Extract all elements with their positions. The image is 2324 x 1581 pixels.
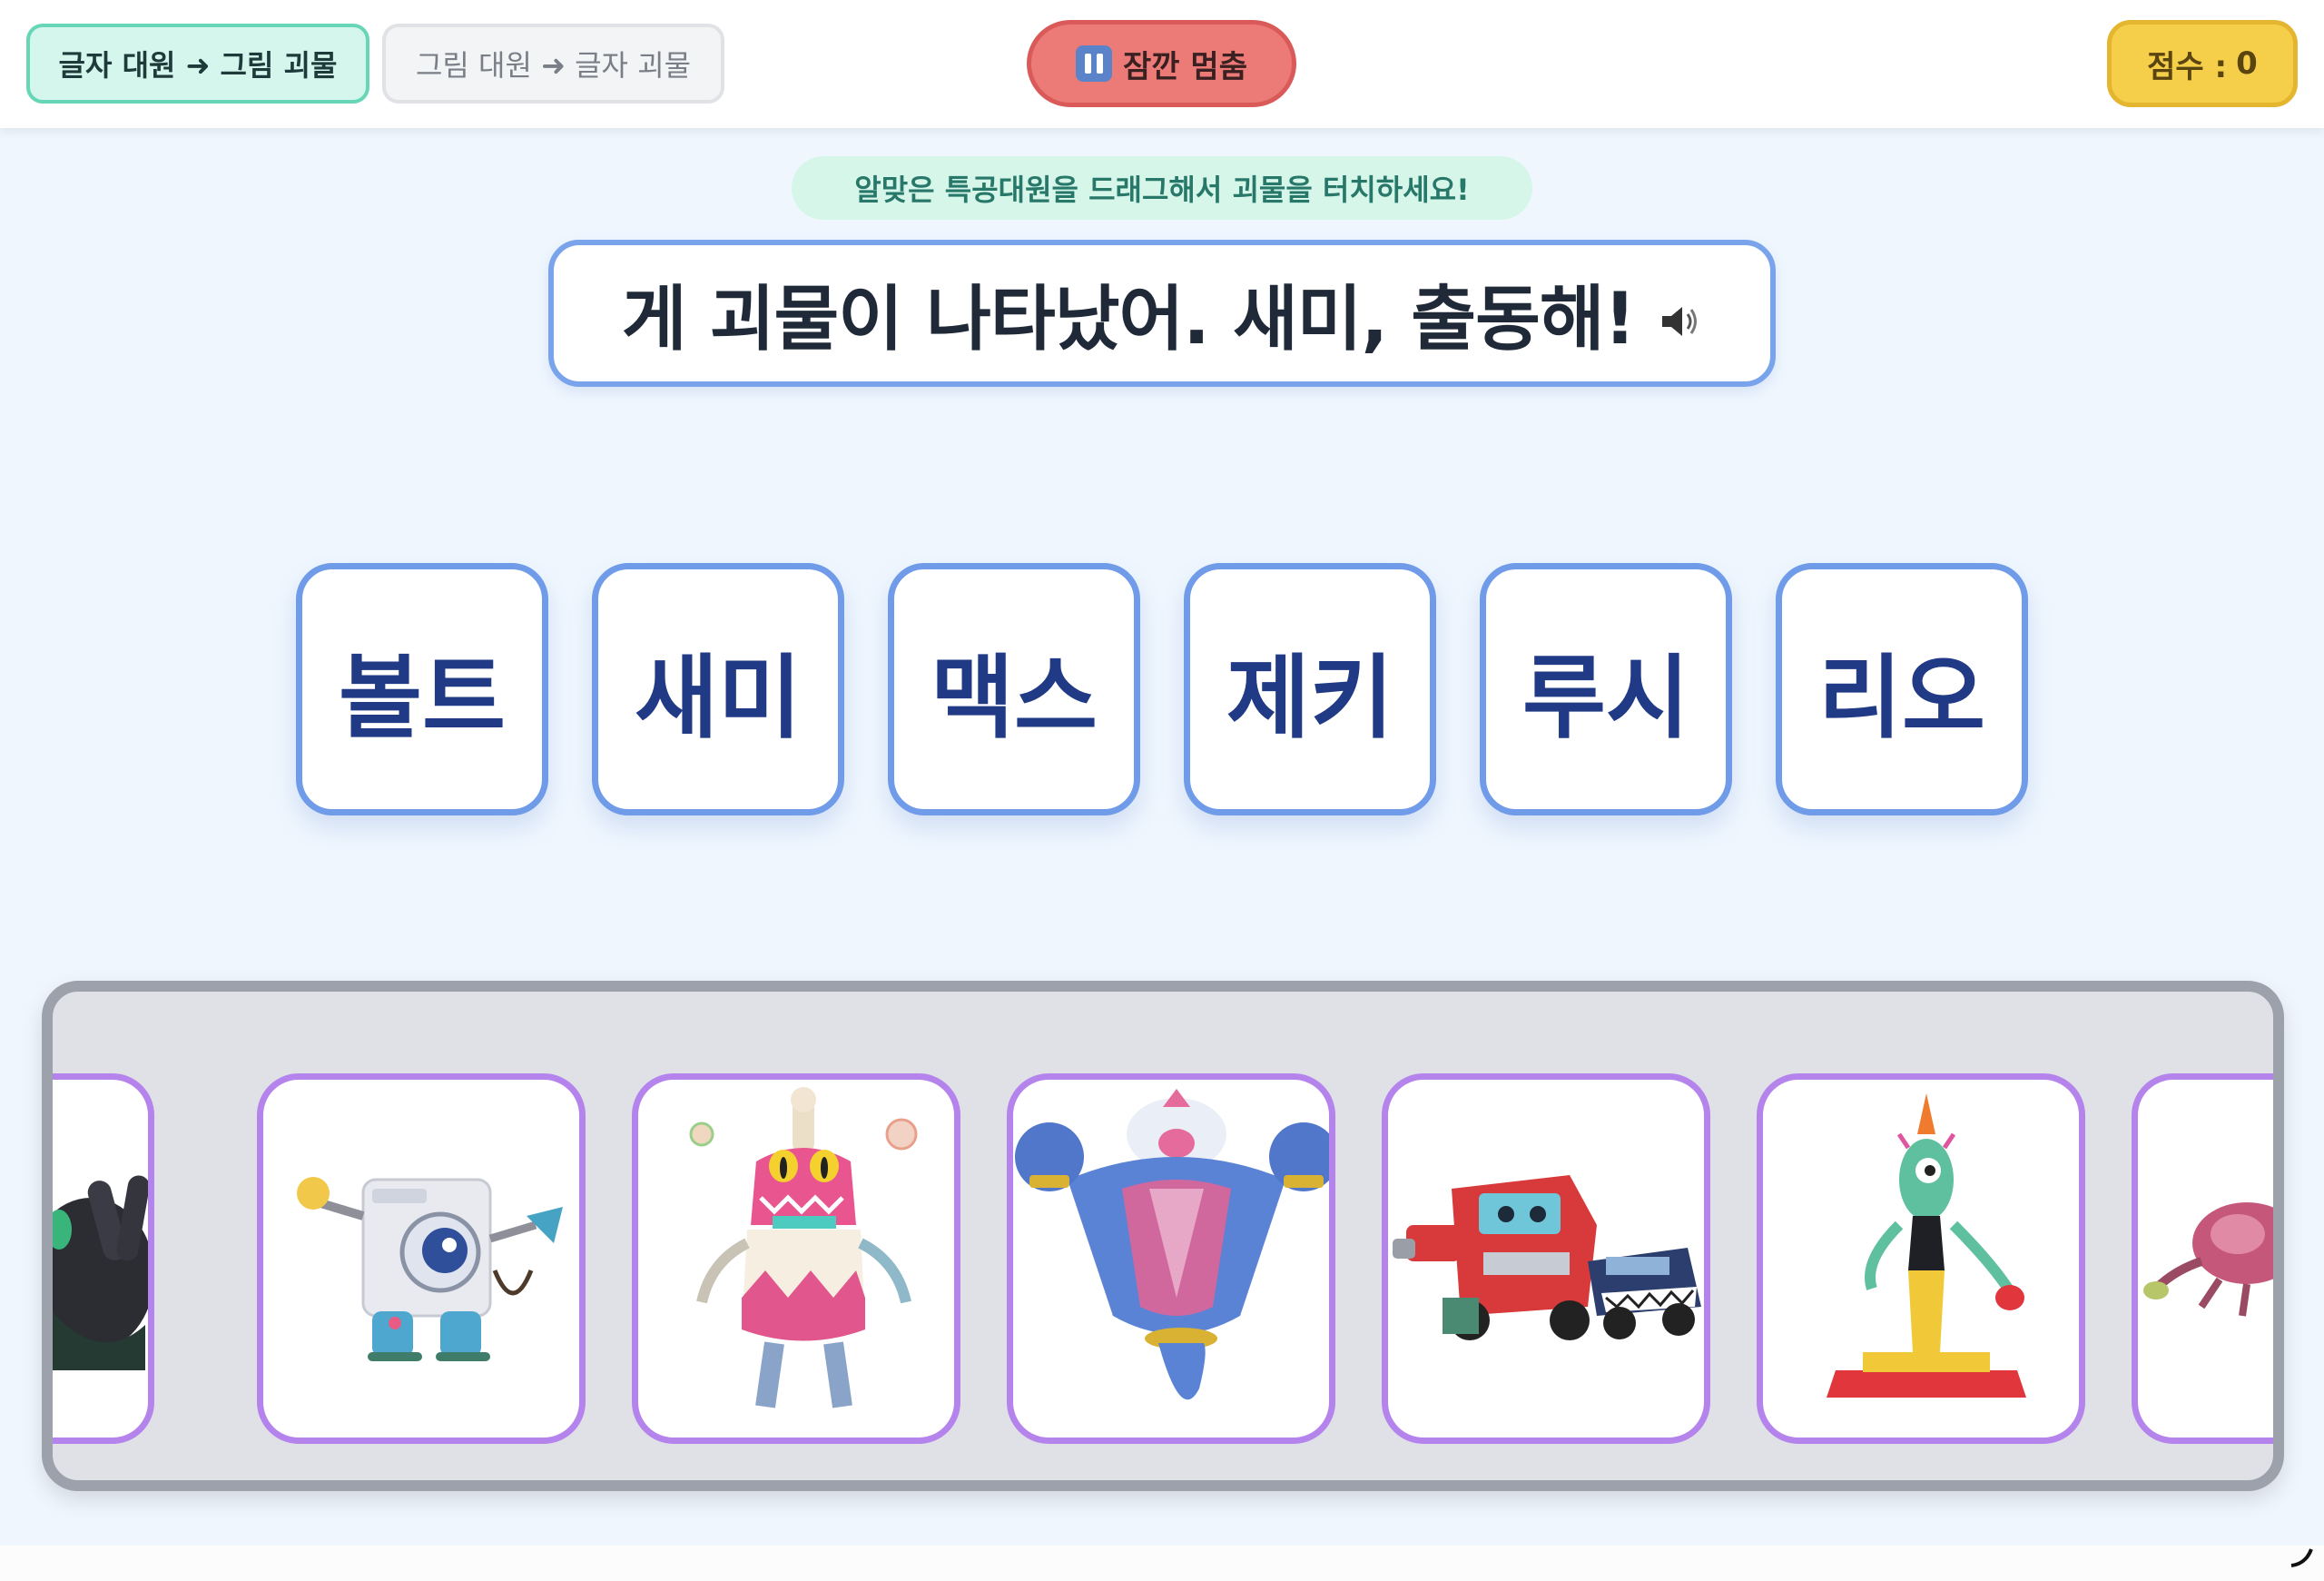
mode-word-to-picture-button[interactable]: 글자 대원 ➜ 그림 괴물 <box>26 24 369 104</box>
monster-strip[interactable] <box>42 981 2284 1491</box>
washing-machine-monster-icon <box>297 1177 563 1361</box>
prompt-text: 게 괴물이 나타났어. 새미, 출동해! <box>621 279 1636 361</box>
bottom-band <box>0 1546 2324 1581</box>
monster-card-blue-genie[interactable] <box>1007 1073 1335 1444</box>
pink-bottle-monster-icon <box>689 1087 918 1408</box>
agent-card[interactable]: 루시 <box>1480 563 1732 815</box>
agent-card[interactable]: 리오 <box>1776 563 2028 815</box>
blue-genie-monster-icon <box>1015 1089 1329 1400</box>
instruction-banner: 알맞은 특공대원을 드래그해서 괴물을 터치하세요! <box>792 156 1532 220</box>
pause-button[interactable]: 잠깐 멈춤 <box>1027 20 1296 107</box>
agent-card[interactable]: 맥스 <box>888 563 1140 815</box>
hand-monster-icon <box>53 1175 148 1370</box>
truck-monster-icon <box>1393 1175 1701 1340</box>
agent-card[interactable]: 제키 <box>1184 563 1436 815</box>
green-vacuum-monster-icon <box>1827 1093 2026 1398</box>
agent-card[interactable]: 볼트 <box>296 563 548 815</box>
monster-card-truck[interactable] <box>1382 1073 1710 1444</box>
monster-card-hand[interactable] <box>53 1073 154 1444</box>
monster-card-crab[interactable] <box>2132 1073 2273 1444</box>
pause-icon <box>1076 45 1113 82</box>
crab-monster-icon <box>2143 1202 2273 1317</box>
monster-card-green-vacuum[interactable] <box>1757 1073 2085 1444</box>
mode-picture-to-word-button[interactable]: 그림 대원 ➜ 글자 괴물 <box>382 24 724 104</box>
score-value: 0 <box>2236 45 2258 82</box>
score-label: 점수 : <box>2147 48 2228 85</box>
speaker-icon[interactable] <box>1655 298 1702 345</box>
resize-handle-icon[interactable] <box>2290 1544 2315 1569</box>
agent-card[interactable]: 새미 <box>592 563 844 815</box>
monster-card-pink-bottle[interactable] <box>632 1073 960 1444</box>
score-badge: 점수 : 0 <box>2107 20 2298 107</box>
monster-card-washing-machine[interactable] <box>257 1073 586 1444</box>
prompt-box: 게 괴물이 나타났어. 새미, 출동해! <box>548 240 1776 387</box>
pause-label: 잠깐 멈춤 <box>1123 48 1247 85</box>
top-bar: 글자 대원 ➜ 그림 괴물 그림 대원 ➜ 글자 괴물 잠깐 멈춤 점수 : 0 <box>0 0 2324 128</box>
